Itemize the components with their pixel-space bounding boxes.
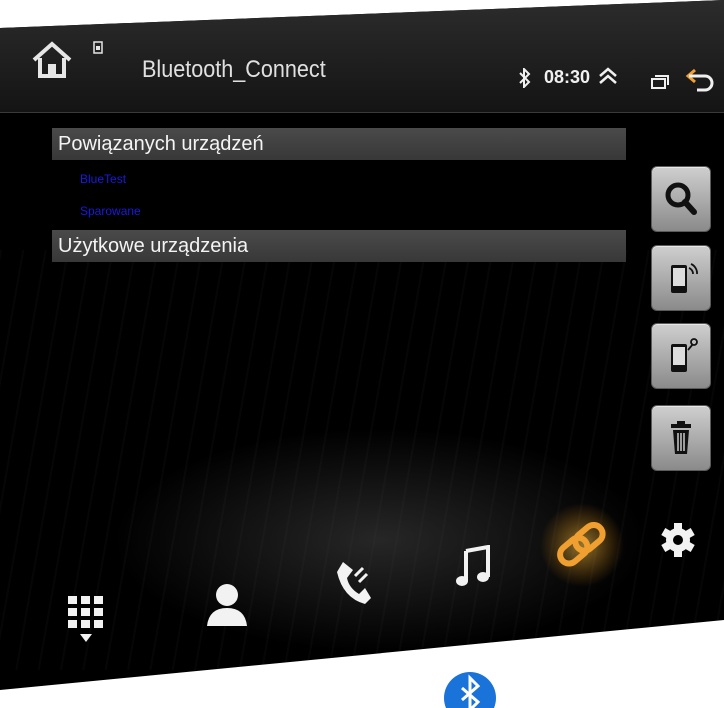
link-icon[interactable] (537, 500, 627, 590)
chevron-up-icon[interactable] (597, 66, 619, 86)
search-icon (665, 182, 697, 215)
dialpad-icon[interactable] (66, 594, 106, 648)
phone-link-icon (671, 338, 698, 372)
sim-icon (93, 41, 103, 54)
paired-devices-header: Powiązanych urządzeń (52, 128, 626, 160)
search-button[interactable] (651, 166, 711, 232)
settings-icon[interactable] (660, 522, 696, 558)
phone-link-button[interactable] (651, 323, 711, 389)
home-icon[interactable] (30, 40, 74, 80)
bluetooth-icon (519, 68, 531, 88)
clock: 08:30 (544, 67, 591, 87)
call-log-icon[interactable] (333, 558, 373, 608)
music-icon[interactable] (456, 545, 490, 589)
app-title: Bluetooth_Connect (142, 56, 326, 83)
paired-device-status: Sparowane (80, 204, 141, 218)
head-unit-screen: Bluetooth_Connect 08:30 Powiązanych urzą… (0, 0, 724, 690)
paired-device-name[interactable]: BlueTest (80, 172, 126, 186)
bluetooth-logo-icon (444, 672, 496, 708)
available-devices-header: Użytkowe urządzenia (52, 230, 626, 262)
phone-signal-button[interactable] (651, 245, 711, 311)
trash-icon (671, 421, 691, 454)
status-bar: Bluetooth_Connect 08:30 (0, 0, 724, 113)
back-icon[interactable] (685, 66, 715, 94)
phone-signal-icon (671, 263, 698, 293)
window-icon[interactable] (651, 75, 669, 89)
delete-button[interactable] (651, 405, 711, 471)
contacts-icon[interactable] (205, 582, 249, 628)
